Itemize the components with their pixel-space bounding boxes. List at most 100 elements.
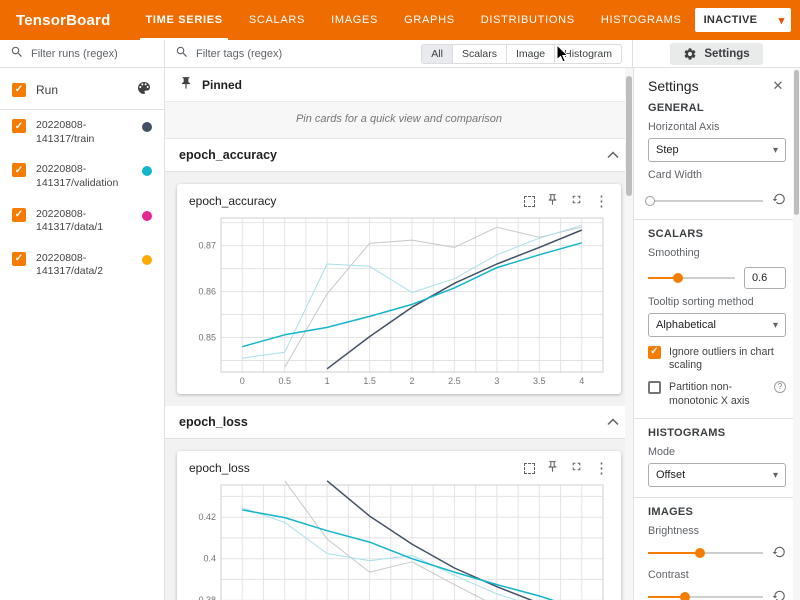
run-color-dot[interactable] (142, 122, 152, 132)
chevron-down-icon (779, 14, 785, 27)
more-options-icon[interactable] (594, 459, 609, 477)
svg-text:0.86: 0.86 (198, 287, 216, 297)
run-row-validation[interactable]: 20220808-141317/validation (0, 154, 164, 198)
filter-all-button[interactable]: All (421, 44, 453, 64)
card-title: epoch_loss (189, 461, 524, 475)
pinned-header: Pinned (165, 68, 633, 102)
section-epoch-accuracy[interactable]: epoch_accuracy (165, 139, 633, 172)
section-title: epoch_accuracy (179, 148, 277, 162)
fullscreen-icon[interactable] (570, 193, 583, 209)
fit-domain-icon[interactable] (524, 196, 535, 207)
run-color-dot[interactable] (142, 166, 152, 176)
general-section-header: GENERAL (648, 102, 786, 114)
run-name: 20220808-141317/train (36, 119, 132, 146)
reset-contrast-icon[interactable] (772, 589, 786, 600)
svg-text:0.4: 0.4 (203, 554, 216, 564)
divider (634, 219, 800, 220)
ignore-outliers-label: Ignore outliers in chart scaling (669, 346, 786, 372)
svg-text:0.5: 0.5 (278, 376, 291, 386)
panel-scrollbar[interactable] (793, 68, 800, 600)
contrast-slider[interactable] (648, 591, 763, 600)
svg-text:1: 1 (325, 376, 330, 386)
divider (634, 497, 800, 498)
pin-icon (179, 76, 193, 93)
panel-scrollbar-thumb[interactable] (794, 70, 799, 215)
histogram-mode-value: Offset (656, 469, 685, 481)
chevron-up-icon[interactable] (607, 148, 619, 162)
tab-scalars[interactable]: SCALARS (236, 0, 318, 40)
run-color-dot[interactable] (142, 255, 152, 265)
tab-images[interactable]: IMAGES (318, 0, 391, 40)
run-master-label: Run (36, 83, 126, 97)
help-icon[interactable] (774, 381, 786, 393)
smoothing-slider[interactable] (648, 272, 735, 284)
brightness-label: Brightness (648, 525, 786, 537)
tab-time-series[interactable]: TIME SERIES (132, 0, 235, 40)
partition-x-axis-checkbox[interactable] (648, 381, 661, 394)
run-checkbox[interactable] (12, 208, 26, 222)
run-checkbox[interactable] (12, 119, 26, 133)
close-icon[interactable] (770, 78, 786, 94)
run-name: 20220808-141317/data/1 (36, 208, 132, 235)
more-options-icon[interactable] (594, 192, 609, 210)
run-row-data-2[interactable]: 20220808-141317/data/2 (0, 243, 164, 287)
settings-button-label: Settings (704, 48, 749, 60)
chevron-down-icon (773, 319, 778, 331)
fullscreen-icon[interactable] (570, 460, 583, 476)
svg-text:0.38: 0.38 (198, 595, 216, 600)
tooltip-sorting-value: Alphabetical (656, 319, 716, 331)
filter-runs-input[interactable] (31, 48, 154, 60)
svg-text:0.85: 0.85 (198, 333, 216, 343)
histogram-mode-select[interactable]: Offset (648, 463, 786, 487)
tooltip-sorting-select[interactable]: Alphabetical (648, 313, 786, 337)
tab-graphs[interactable]: GRAPHS (391, 0, 468, 40)
palette-icon[interactable] (136, 80, 152, 99)
section-epoch-loss[interactable]: epoch_loss (165, 406, 633, 439)
pin-card-icon[interactable] (546, 460, 559, 476)
horizontal-axis-select[interactable]: Step (648, 138, 786, 162)
chevron-up-icon[interactable] (607, 415, 619, 429)
contrast-label: Contrast (648, 569, 786, 581)
filter-histogram-button[interactable]: Histogram (554, 44, 622, 64)
toolbar: All Scalars Image Histogram Settings (0, 40, 800, 68)
epoch-accuracy-chart[interactable]: 0.850.860.8700.511.522.533.54 (185, 212, 613, 390)
scalars-section-header: SCALARS (648, 228, 786, 240)
run-row-train[interactable]: 20220808-141317/train (0, 110, 164, 154)
tab-histograms[interactable]: HISTOGRAMS (588, 0, 695, 40)
svg-text:3: 3 (494, 376, 499, 386)
card-title: epoch_accuracy (189, 194, 524, 208)
filter-scalars-button[interactable]: Scalars (452, 44, 507, 64)
reset-brightness-icon[interactable] (772, 545, 786, 562)
epoch-loss-chart[interactable]: 0.360.380.40.4200.511.522.533.54 (185, 479, 613, 600)
main-scrollbar[interactable] (625, 68, 633, 600)
filter-tags-input[interactable] (196, 48, 414, 60)
reset-card-width-icon[interactable] (772, 192, 786, 209)
brightness-slider[interactable] (648, 547, 763, 559)
chevron-down-icon (773, 144, 778, 156)
tag-type-filter-group: All Scalars Image Histogram (421, 44, 622, 64)
svg-text:1.5: 1.5 (363, 376, 376, 386)
settings-button[interactable]: Settings (670, 43, 762, 65)
run-color-dot[interactable] (142, 211, 152, 221)
run-master-checkbox[interactable] (12, 83, 26, 97)
run-checkbox[interactable] (12, 252, 26, 266)
reload-status-dropdown[interactable]: INACTIVE (695, 8, 791, 32)
run-checkbox[interactable] (12, 163, 26, 177)
run-row-data-1[interactable]: 20220808-141317/data/1 (0, 199, 164, 243)
smoothing-value-input[interactable]: 0.6 (744, 267, 786, 289)
card-width-slider[interactable] (648, 195, 763, 207)
app-header: TensorBoard TIME SERIES SCALARS IMAGES G… (0, 0, 800, 40)
chevron-down-icon (773, 469, 778, 481)
filter-image-button[interactable]: Image (506, 44, 555, 64)
fit-domain-icon[interactable] (524, 463, 535, 474)
tab-distributions[interactable]: DISTRIBUTIONS (468, 0, 588, 40)
run-name: 20220808-141317/validation (36, 163, 132, 190)
main-scrollbar-thumb[interactable] (626, 76, 632, 196)
pin-card-icon[interactable] (546, 193, 559, 209)
svg-text:4: 4 (579, 376, 584, 386)
ignore-outliers-checkbox[interactable] (648, 346, 661, 359)
settings-panel: Settings GENERAL Horizontal Axis Step Ca… (633, 68, 800, 600)
run-name: 20220808-141317/data/2 (36, 252, 132, 279)
card-width-label: Card Width (648, 169, 786, 181)
svg-text:0: 0 (240, 376, 245, 386)
